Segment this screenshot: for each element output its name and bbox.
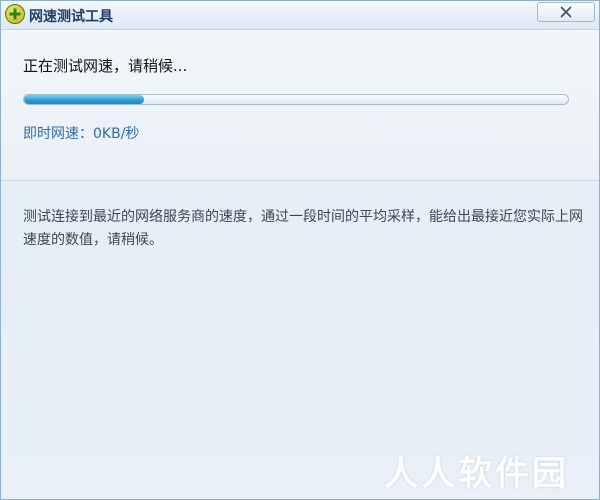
close-icon [560, 6, 572, 18]
progress-fill [24, 95, 144, 104]
speed-label: 即时网速： [23, 126, 93, 142]
description-text: 测试连接到最近的网络服务商的速度，通过一段时间的平均采样，能给出最接近您实际上网… [23, 209, 583, 248]
watermark: 人人软件园 [384, 454, 569, 494]
close-button[interactable] [537, 2, 595, 22]
status-message: 正在测试网速，请稍候... [23, 57, 188, 75]
title-bar[interactable]: 网速测试工具 [1, 1, 599, 30]
speed-test-window: 网速测试工具 正在测试网速，请稍候... 即时网速：0KB/秒 测试连接到最近的… [0, 0, 600, 500]
green-plus-icon [5, 4, 25, 24]
test-status-panel: 正在测试网速，请稍候... 即时网速：0KB/秒 [1, 30, 599, 181]
realtime-speed: 即时网速：0KB/秒 [23, 123, 139, 143]
speed-value: 0KB/秒 [93, 126, 140, 142]
window-title: 网速测试工具 [29, 9, 113, 25]
test-progress-bar [23, 94, 569, 105]
